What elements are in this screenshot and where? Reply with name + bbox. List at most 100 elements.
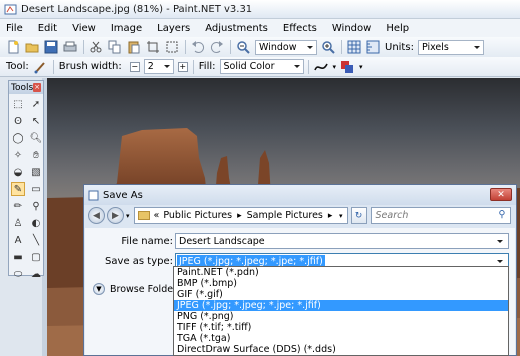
savetype-label: Save as type: bbox=[105, 256, 173, 267]
chevron-down-icon[interactable]: ▾ bbox=[359, 63, 363, 71]
dialog-close-button[interactable]: ✕ bbox=[490, 188, 512, 201]
move-selected-icon[interactable]: ↖ bbox=[29, 114, 43, 128]
brush-decrease-button[interactable]: − bbox=[129, 61, 140, 72]
fill-combo[interactable]: Solid Color bbox=[219, 59, 304, 74]
chevron-down-icon[interactable]: ▾ bbox=[333, 63, 337, 71]
chevron-down-icon bbox=[473, 45, 480, 49]
chevron-down-icon: ▼ bbox=[93, 283, 105, 295]
undo-icon[interactable] bbox=[191, 40, 205, 54]
gradient-icon[interactable]: ▧ bbox=[29, 165, 43, 179]
zoom-icon[interactable]: 🔍︎ bbox=[29, 131, 43, 145]
paste-icon[interactable] bbox=[127, 40, 141, 54]
menu-help[interactable]: Help bbox=[386, 23, 409, 34]
filetype-option[interactable]: TIFF (*.tif; *.tiff) bbox=[174, 322, 508, 333]
open-folder-icon[interactable] bbox=[25, 40, 39, 54]
antialias-curve-icon[interactable] bbox=[313, 60, 328, 74]
filename-input[interactable]: Desert Landscape bbox=[175, 233, 509, 249]
forward-button[interactable]: ▶ bbox=[107, 207, 124, 224]
print-icon[interactable] bbox=[63, 40, 77, 54]
clone-stamp-icon[interactable]: ♙ bbox=[11, 216, 25, 230]
crop-icon[interactable] bbox=[146, 40, 160, 54]
menu-window[interactable]: Window bbox=[332, 23, 371, 34]
paintbrush-icon[interactable]: ✎ bbox=[11, 182, 25, 196]
tools-grid: ⬚ ➚ ʘ ↖ ◯ 🔍︎ ✧ ✋︎ ◒ ▧ ✎ ▭ ✏︎ ⚲ ♙ ◐ A ╲ ▬… bbox=[9, 94, 43, 284]
copy-icon[interactable] bbox=[108, 40, 122, 54]
cut-icon[interactable] bbox=[89, 40, 103, 54]
brush-width-combo[interactable]: 2 bbox=[143, 59, 174, 74]
pencil-icon[interactable]: ✏︎ bbox=[11, 199, 25, 213]
color-picker-icon[interactable]: ⚲ bbox=[29, 199, 43, 213]
eraser-icon[interactable]: ▭ bbox=[29, 182, 43, 196]
close-icon[interactable]: × bbox=[33, 83, 41, 92]
ellipse-select-icon[interactable]: ◯ bbox=[11, 131, 25, 145]
filetype-option[interactable]: TGA (*.tga) bbox=[174, 333, 508, 344]
brush-width-value: 2 bbox=[147, 61, 154, 72]
text-icon[interactable]: A bbox=[11, 233, 25, 247]
menu-edit[interactable]: Edit bbox=[38, 23, 57, 34]
freeform-shape-icon[interactable]: ☁︎ bbox=[29, 267, 43, 281]
pan-hand-icon[interactable]: ✋︎ bbox=[29, 148, 43, 162]
chevron-down-icon[interactable]: ▾ bbox=[126, 212, 130, 220]
zoom-out-icon[interactable] bbox=[236, 40, 250, 54]
refresh-button[interactable]: ↻ bbox=[350, 207, 367, 224]
ellipse-icon[interactable]: ⬭ bbox=[11, 267, 25, 281]
menu-view[interactable]: View bbox=[72, 23, 96, 34]
ruler-icon[interactable] bbox=[366, 40, 380, 54]
tool-options-bar: Tool: Brush width: − 2 + Fill: Solid Col… bbox=[0, 57, 520, 77]
breadcrumb-public-pictures[interactable]: Public Pictures bbox=[163, 210, 232, 221]
save-icon[interactable] bbox=[44, 40, 58, 54]
toolbar-separator bbox=[83, 40, 84, 54]
move-selection-icon[interactable]: ➚ bbox=[29, 97, 43, 111]
chevron-down-icon bbox=[307, 45, 313, 49]
redo-icon[interactable] bbox=[210, 40, 224, 54]
address-bar: ◀ ▶ ▾ « Public Pictures ▸ Sample Picture… bbox=[88, 205, 512, 226]
filename-label: File name: bbox=[121, 236, 173, 247]
filetype-option[interactable]: BMP (*.bmp) bbox=[174, 278, 508, 289]
chevron-down-icon[interactable]: ▾ bbox=[339, 212, 343, 220]
fill-value: Solid Color bbox=[223, 61, 275, 72]
search-input[interactable]: Search ⚲ bbox=[370, 207, 511, 224]
toolbar-separator bbox=[341, 40, 342, 54]
menu-adjustments[interactable]: Adjustments bbox=[205, 23, 268, 34]
browse-folders-label: Browse Folders bbox=[110, 283, 182, 295]
units-label: Units: bbox=[385, 41, 414, 53]
menu-file[interactable]: File bbox=[6, 23, 23, 34]
chevron-down-icon[interactable] bbox=[497, 240, 503, 243]
rectangle-select-icon[interactable]: ⬚ bbox=[11, 97, 25, 111]
filetype-option[interactable]: DirectDraw Surface (DDS) (*.dds) bbox=[174, 344, 508, 355]
back-button[interactable]: ◀ bbox=[88, 207, 105, 224]
new-file-icon[interactable] bbox=[6, 40, 20, 54]
path-breadcrumb[interactable]: « Public Pictures ▸ Sample Pictures ▸ ▾ bbox=[133, 207, 348, 224]
rounded-rectangle-icon[interactable]: ▢ bbox=[29, 250, 43, 264]
dialog-title-bar: Save As bbox=[84, 185, 516, 205]
breadcrumb-sample-pictures[interactable]: Sample Pictures bbox=[247, 210, 323, 221]
filetype-option[interactable]: Paint.NET (*.pdn) bbox=[174, 267, 508, 278]
filename-value: Desert Landscape bbox=[179, 235, 265, 247]
paintbrush-tool-icon[interactable] bbox=[33, 60, 47, 74]
chevron-down-icon[interactable] bbox=[497, 260, 503, 263]
zoom-window-combo[interactable]: Window bbox=[255, 39, 317, 55]
filetype-dropdown-list: Paint.NET (*.pdn) BMP (*.bmp) GIF (*.gif… bbox=[173, 266, 509, 356]
filetype-option[interactable]: JPEG (*.jpg; *.jpeg; *.jpe; *.jfif) bbox=[174, 300, 508, 311]
magic-wand-icon[interactable]: ✧ bbox=[11, 148, 25, 162]
rectangle-icon[interactable]: ▬ bbox=[11, 250, 25, 264]
menu-layers[interactable]: Layers bbox=[157, 23, 190, 34]
browse-folders-toggle[interactable]: ▼ Browse Folders bbox=[93, 283, 182, 295]
recolor-icon[interactable]: ◐ bbox=[29, 216, 43, 230]
blend-mode-icon[interactable] bbox=[340, 60, 354, 74]
tools-panel-title: Tools bbox=[11, 82, 34, 93]
line-curve-icon[interactable]: ╲ bbox=[29, 233, 43, 247]
brush-increase-button[interactable]: + bbox=[177, 61, 188, 72]
grid-icon[interactable] bbox=[347, 40, 361, 54]
zoom-in-icon[interactable] bbox=[321, 40, 335, 54]
tools-panel-header: Tools × bbox=[9, 81, 43, 94]
menu-image[interactable]: Image bbox=[111, 23, 142, 34]
filetype-option[interactable]: GIF (*.gif) bbox=[174, 289, 508, 300]
search-icon[interactable]: ⚲ bbox=[499, 209, 506, 220]
filetype-option[interactable]: PNG (*.png) bbox=[174, 311, 508, 322]
units-combo[interactable]: Pixels bbox=[417, 39, 484, 55]
menu-effects[interactable]: Effects bbox=[283, 23, 317, 34]
lasso-select-icon[interactable]: ʘ bbox=[11, 114, 25, 128]
paint-bucket-icon[interactable]: ◒ bbox=[11, 165, 25, 179]
deselect-icon[interactable] bbox=[165, 40, 179, 54]
